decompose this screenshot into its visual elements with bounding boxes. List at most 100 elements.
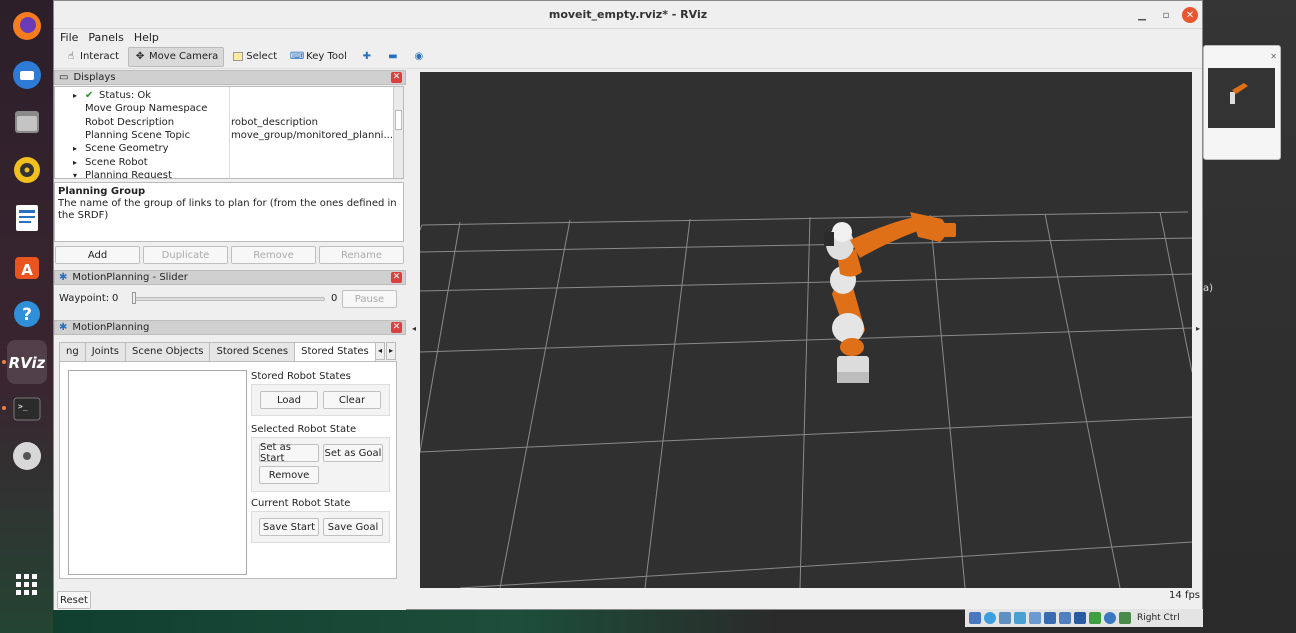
expand-arrow-icon[interactable]: ▸: [73, 142, 77, 155]
reset-button[interactable]: Reset: [57, 591, 91, 609]
render-viewport[interactable]: [420, 72, 1192, 588]
hdd-icon[interactable]: [969, 612, 981, 624]
svg-text:RViz: RViz: [9, 354, 45, 372]
running-indicator: [2, 406, 6, 410]
remove-display-button[interactable]: Remove: [231, 246, 316, 264]
remove-state-button[interactable]: Remove: [259, 466, 319, 484]
tab-scene-objects[interactable]: Scene Objects: [125, 342, 211, 362]
rviz-icon[interactable]: RViz: [7, 340, 47, 384]
tab-planning[interactable]: ng: [59, 342, 86, 362]
close-icon[interactable]: ✕: [1182, 7, 1198, 23]
collapse-left-icon[interactable]: ◂: [412, 324, 416, 333]
tree-row[interactable]: ▸ ✔ Status: Ok: [55, 89, 395, 102]
close-panel-icon[interactable]: ✕: [391, 72, 402, 83]
window-preview[interactable]: ✕: [1203, 45, 1281, 160]
close-panel-icon[interactable]: ✕: [391, 322, 402, 333]
display-icon[interactable]: [1059, 612, 1071, 624]
grid-and-robot: [420, 211, 1192, 588]
menu-panels[interactable]: Panels: [88, 31, 123, 44]
tool-properties-button[interactable]: ◉: [408, 47, 430, 67]
tree-row[interactable]: ▸ Scene Geometry: [55, 142, 395, 155]
tree-row[interactable]: ▸ Scene Robot: [55, 156, 395, 169]
collapse-right-icon[interactable]: ▸: [1196, 324, 1200, 333]
mouse-integration-icon[interactable]: [1104, 612, 1116, 624]
rename-button[interactable]: Rename: [319, 246, 404, 264]
tree-row[interactable]: ▾ Planning Request: [55, 169, 395, 178]
minimize-icon[interactable]: ▁: [1134, 7, 1150, 23]
select-tool-button[interactable]: Select: [228, 47, 282, 67]
key-tool-button[interactable]: ⌨ Key Tool: [286, 47, 352, 67]
slider-panel-header[interactable]: ✱ MotionPlanning - Slider ✕: [54, 270, 406, 285]
tree-row-key: Scene Robot: [85, 157, 148, 168]
tab-stored-states[interactable]: Stored States: [294, 342, 376, 362]
close-panel-icon[interactable]: ✕: [391, 272, 402, 283]
duplicate-button[interactable]: Duplicate: [143, 246, 228, 264]
optical-icon[interactable]: [984, 612, 996, 624]
audio-icon[interactable]: [999, 612, 1011, 624]
keyboard-capture-icon[interactable]: [1119, 612, 1131, 624]
thunderbird-icon[interactable]: [7, 55, 47, 95]
collapse-arrow-icon[interactable]: ▾: [73, 169, 77, 178]
tree-row[interactable]: Move Group Namespace: [55, 102, 395, 115]
displays-header[interactable]: ▭ Displays ✕: [54, 70, 406, 85]
set-as-start-button[interactable]: Set as Start: [259, 442, 319, 464]
background-window-text: a): [1203, 283, 1214, 294]
cpu-icon[interactable]: [1089, 612, 1101, 624]
recording-icon[interactable]: [1074, 612, 1086, 624]
current-robot-state-label: Current Robot State: [251, 498, 351, 509]
preview-close-icon[interactable]: ✕: [1270, 52, 1277, 61]
stored-states-list[interactable]: [68, 370, 247, 575]
save-start-button[interactable]: Save Start: [259, 518, 319, 536]
rviz-window: moveit_empty.rviz* - RViz ▁ ▫ ✕ File Pan…: [53, 0, 1203, 610]
motion-planning-header[interactable]: ✱ MotionPlanning ✕: [54, 320, 406, 335]
tree-row[interactable]: Robot Description robot_description: [55, 116, 395, 129]
tab-scroll-left-icon[interactable]: ◂: [375, 342, 385, 360]
motion-planning-slider-panel: ✱ MotionPlanning - Slider ✕ Waypoint: 0 …: [54, 270, 406, 316]
running-indicator: [2, 360, 6, 364]
rhythmbox-icon[interactable]: [7, 150, 47, 190]
terminal-icon[interactable]: >_: [7, 389, 47, 429]
stored-robot-states-group: Load Clear: [251, 384, 390, 416]
waypoint-label: Waypoint:: [59, 293, 110, 304]
scroll-thumb[interactable]: [395, 110, 402, 130]
svg-text:>_: >_: [18, 402, 28, 411]
show-apps-icon[interactable]: [7, 565, 47, 605]
tab-stored-scenes[interactable]: Stored Scenes: [209, 342, 296, 362]
tree-row-value[interactable]: move_group/monitored_planni...: [231, 129, 395, 142]
writer-icon[interactable]: [7, 198, 47, 238]
move-camera-tool-button[interactable]: ✥ Move Camera: [128, 46, 225, 67]
remove-tool-button[interactable]: ▬: [382, 47, 404, 67]
files-icon[interactable]: [7, 102, 47, 142]
load-button[interactable]: Load: [260, 391, 318, 409]
disc-icon[interactable]: [7, 436, 47, 476]
add-tool-button[interactable]: ✚: [356, 47, 378, 67]
waypoint-slider[interactable]: [132, 297, 325, 301]
set-as-goal-button[interactable]: Set as Goal: [323, 444, 383, 462]
menu-help[interactable]: Help: [134, 31, 159, 44]
tree-row[interactable]: Planning Scene Topic move_group/monitore…: [55, 129, 395, 142]
add-button[interactable]: Add: [55, 246, 140, 264]
help-icon[interactable]: ?: [7, 294, 47, 334]
maximize-icon[interactable]: ▫: [1158, 7, 1174, 23]
tab-joints[interactable]: Joints: [84, 342, 127, 362]
save-goal-button[interactable]: Save Goal: [323, 518, 383, 536]
expand-arrow-icon[interactable]: ▸: [73, 89, 77, 102]
interact-tool-button[interactable]: ☝ Interact: [60, 47, 124, 67]
left-dock: ▭ Displays ✕ ▸ ✔ Status: Ok Move Group N…: [54, 70, 406, 610]
title-bar[interactable]: moveit_empty.rviz* - RViz ▁ ▫ ✕: [54, 1, 1202, 29]
expand-arrow-icon[interactable]: ▸: [73, 156, 77, 169]
usb-icon[interactable]: [1029, 612, 1041, 624]
clear-button[interactable]: Clear: [323, 391, 381, 409]
pause-button[interactable]: Pause: [342, 290, 397, 308]
tree-row-value[interactable]: robot_description: [231, 116, 395, 129]
robot-arm: [824, 212, 956, 383]
tree-scrollbar[interactable]: [393, 87, 403, 178]
software-center-icon[interactable]: A: [7, 246, 47, 286]
firefox-icon[interactable]: [7, 6, 47, 46]
shared-folder-icon[interactable]: [1044, 612, 1056, 624]
slider-handle[interactable]: [132, 292, 136, 304]
network-icon[interactable]: [1014, 612, 1026, 624]
eye-icon: ◉: [414, 51, 424, 62]
tab-scroll-right-icon[interactable]: ▸: [386, 342, 396, 360]
menu-file[interactable]: File: [60, 31, 78, 44]
